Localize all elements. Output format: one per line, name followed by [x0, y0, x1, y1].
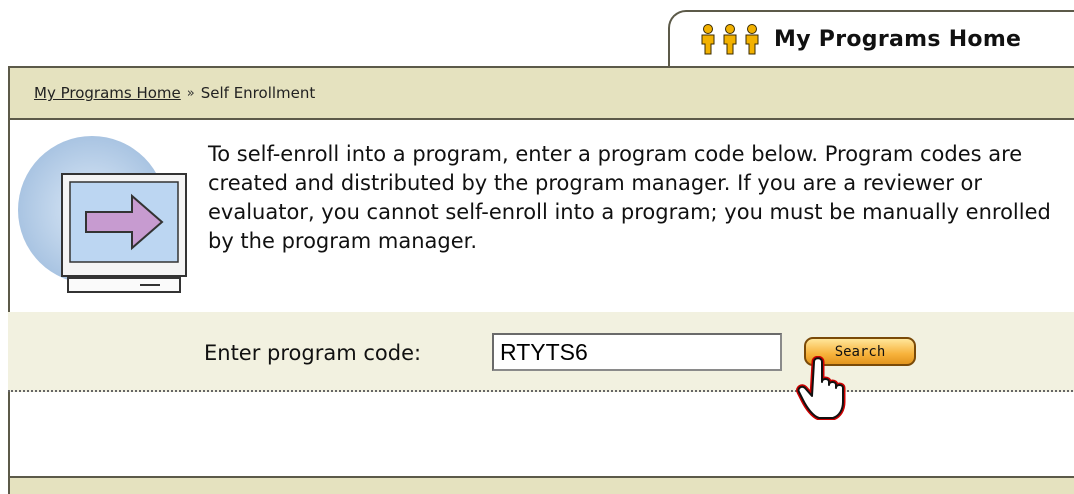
breadcrumb-separator: » — [186, 85, 195, 101]
program-code-label: Enter program code: — [204, 341, 422, 365]
people-icon — [701, 24, 759, 55]
panel-footer-bar — [8, 476, 1074, 494]
program-code-input[interactable] — [492, 333, 782, 371]
tab-my-programs-home[interactable]: My Programs Home — [668, 10, 1074, 66]
enrollment-description: To self-enroll into a program, enter a p… — [208, 142, 1051, 253]
breadcrumb-home-link[interactable]: My Programs Home — [34, 84, 181, 102]
hand-cursor-icon — [796, 356, 846, 420]
breadcrumb: My Programs Home » Self Enrollment — [8, 66, 1074, 120]
monitor-arrow-icon — [18, 136, 187, 293]
tab-label: My Programs Home — [774, 26, 1022, 52]
breadcrumb-current: Self Enrollment — [200, 84, 316, 102]
